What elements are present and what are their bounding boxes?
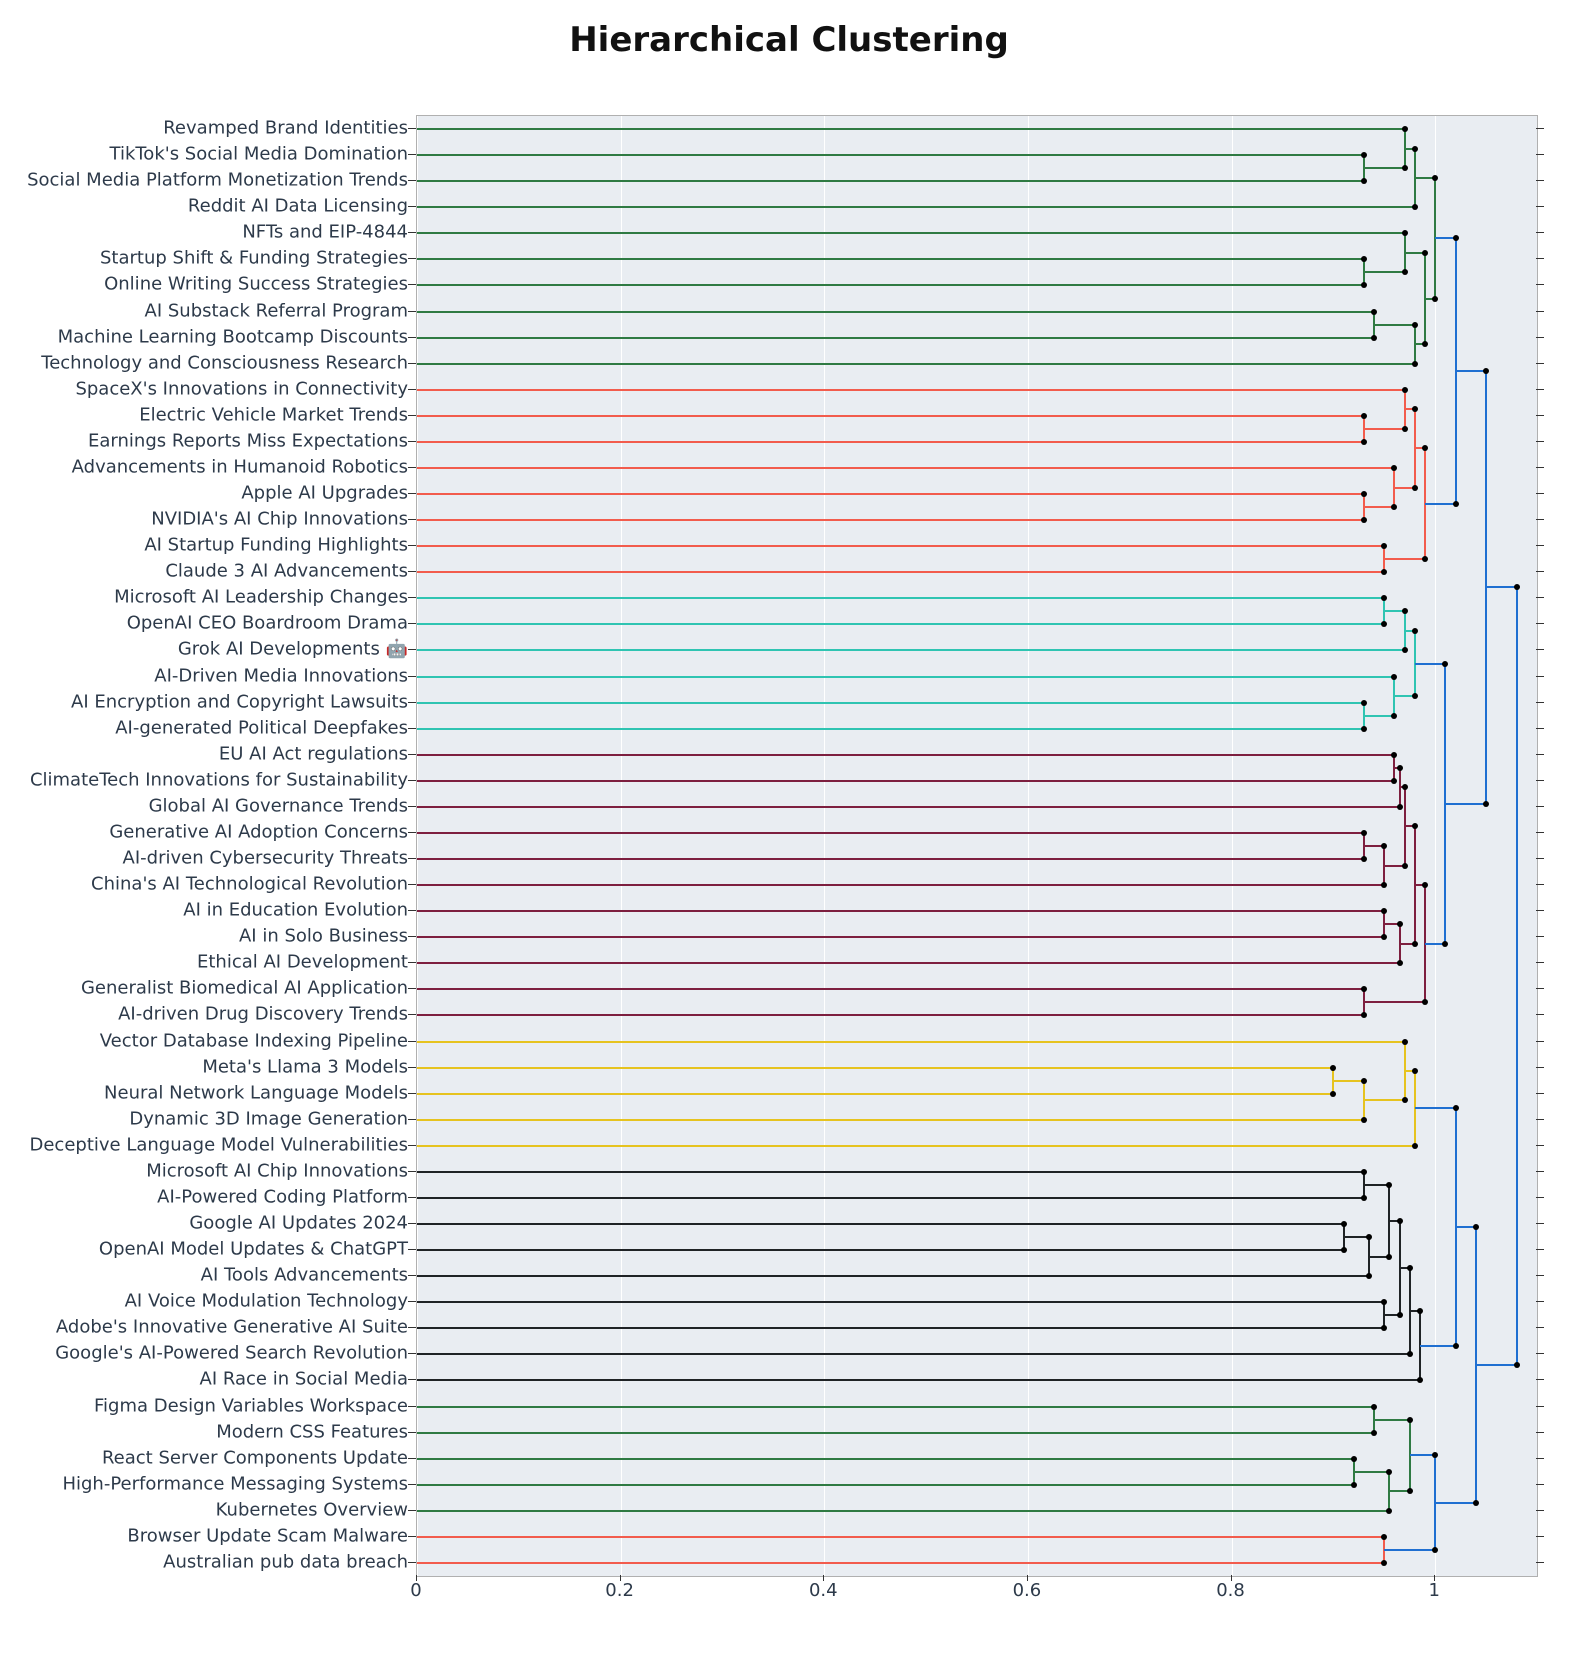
leaf-label: AI-Driven Media Innovations — [154, 665, 408, 686]
leaf-label: Australian pub data breach — [163, 1551, 408, 1572]
leaf-label: Electric Vehicle Market Trends — [139, 404, 408, 425]
leaf-label: Social Media Platform Monetization Trend… — [27, 170, 408, 191]
leaf-label: Generative AI Adoption Concerns — [109, 821, 408, 842]
x-tick-label: 0 — [410, 1580, 421, 1601]
leaf-label: Ethical AI Development — [197, 952, 408, 973]
leaf-label: Technology and Consciousness Research — [41, 352, 408, 373]
leaf-label: SpaceX's Innovations in Connectivity — [75, 378, 408, 399]
leaf-label: AI Voice Modulation Technology — [125, 1291, 408, 1312]
leaf-label: Browser Update Scam Malware — [127, 1525, 408, 1546]
leaf-label: AI Tools Advancements — [201, 1265, 408, 1286]
chart-title: Hierarchical Clustering — [0, 20, 1578, 60]
leaf-label: AI in Solo Business — [239, 926, 408, 947]
leaf-label: Revamped Brand Identities — [163, 118, 408, 139]
leaf-label: Machine Learning Bootcamp Discounts — [58, 326, 408, 347]
leaf-label: Startup Shift & Funding Strategies — [100, 248, 408, 269]
leaf-label: Online Writing Success Strategies — [104, 274, 408, 295]
leaf-label: OpenAI CEO Boardroom Drama — [127, 613, 408, 634]
leaf-label: Earnings Reports Miss Expectations — [88, 430, 408, 451]
leaf-label: EU AI Act regulations — [219, 743, 408, 764]
leaf-label: Kubernetes Overview — [216, 1499, 408, 1520]
leaf-label: AI in Education Evolution — [183, 900, 408, 921]
leaf-label: AI-driven Cybersecurity Threats — [123, 848, 408, 869]
x-tick-label: 0.2 — [605, 1580, 634, 1601]
leaf-label: AI-driven Drug Discovery Trends — [118, 1004, 408, 1025]
leaf-label: Generalist Biomedical AI Application — [81, 978, 408, 999]
leaf-label: NFTs and EIP-4844 — [242, 222, 408, 243]
leaf-label: Modern CSS Features — [216, 1421, 408, 1442]
leaf-label: Apple AI Upgrades — [241, 483, 408, 504]
leaf-label: ClimateTech Innovations for Sustainabili… — [30, 769, 408, 790]
leaf-label: AI Startup Funding Highlights — [144, 535, 408, 556]
leaf-label: Dynamic 3D Image Generation — [129, 1108, 408, 1129]
leaf-label: React Server Components Update — [102, 1447, 408, 1468]
leaf-label: AI Encryption and Copyright Lawsuits — [71, 691, 408, 712]
leaf-label: Microsoft AI Chip Innovations — [146, 1160, 408, 1181]
leaf-label: Figma Design Variables Workspace — [94, 1395, 408, 1416]
x-tick-label: 0.6 — [1013, 1580, 1042, 1601]
leaf-label: Adobe's Innovative Generative AI Suite — [56, 1317, 408, 1338]
leaf-label: Deceptive Language Model Vulnerabilities — [29, 1134, 408, 1155]
leaf-label: AI Race in Social Media — [200, 1369, 408, 1390]
leaf-label: Claude 3 AI Advancements — [165, 561, 408, 582]
leaf-label: Advancements in Humanoid Robotics — [72, 456, 408, 477]
leaf-label: AI-Powered Coding Platform — [157, 1186, 408, 1207]
leaf-label: Global AI Governance Trends — [149, 795, 408, 816]
leaf-label: Meta's Llama 3 Models — [202, 1056, 408, 1077]
leaf-label: Reddit AI Data Licensing — [188, 196, 408, 217]
leaf-label: China's AI Technological Revolution — [91, 874, 408, 895]
leaf-label: Google AI Updates 2024 — [189, 1213, 408, 1234]
x-tick-label: 0.4 — [809, 1580, 838, 1601]
leaf-label: Google's AI-Powered Search Revolution — [55, 1343, 408, 1364]
x-tick-label: 1 — [1428, 1580, 1439, 1601]
leaf-label: High-Performance Messaging Systems — [62, 1473, 408, 1494]
leaf-label: AI-generated Political Deepfakes — [115, 717, 408, 738]
leaf-label: TikTok's Social Media Domination — [110, 144, 409, 165]
leaf-label: Neural Network Language Models — [104, 1082, 408, 1103]
leaf-label: Vector Database Indexing Pipeline — [100, 1030, 408, 1051]
leaf-label: Microsoft AI Leadership Changes — [114, 587, 408, 608]
leaf-label: Grok AI Developments 🤖 — [178, 639, 408, 660]
leaf-label: NVIDIA's AI Chip Innovations — [151, 509, 408, 530]
x-tick-label: 0.8 — [1216, 1580, 1245, 1601]
leaf-label: AI Substack Referral Program — [145, 300, 408, 321]
chart-container: Hierarchical Clustering 0 0.2 0.4 0.6 0.8 1 Re… — [0, 0, 1578, 1661]
leaf-label: OpenAI Model Updates & ChatGPT — [99, 1239, 408, 1260]
dendrogram-plot — [416, 115, 1538, 1577]
